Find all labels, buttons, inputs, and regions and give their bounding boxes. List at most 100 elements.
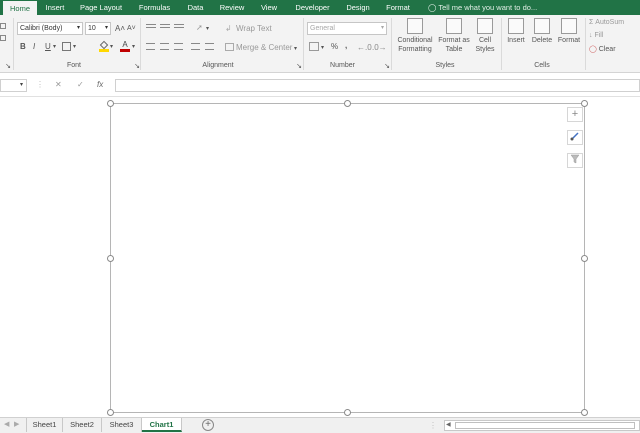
name-box[interactable]: ▾ (0, 79, 27, 92)
alignment-group-label: Alignment (202, 62, 234, 69)
bold-button[interactable]: B (20, 42, 26, 52)
tab-page-layout[interactable]: Page Layout (76, 0, 126, 15)
tab-developer[interactable]: Developer (290, 0, 335, 15)
chart-elements-button[interactable]: + (567, 107, 583, 122)
font-group-label: Font (66, 62, 81, 69)
tab-format[interactable]: Format (381, 0, 415, 15)
resize-handle-bottom-right[interactable] (581, 409, 588, 416)
scrollbar-thumb[interactable] (455, 422, 635, 429)
resize-handle-bottom-left[interactable] (107, 409, 114, 416)
increase-decimal-icon[interactable]: ←.0 (357, 43, 372, 53)
formula-menu-icon: ⋮ (36, 80, 44, 89)
cell-styles-icon (477, 18, 493, 34)
increase-indent-icon[interactable] (205, 43, 214, 50)
chevron-down-icon: ▾ (76, 25, 80, 31)
font-name-select[interactable]: Calibri (Body) ▾ (17, 22, 83, 35)
shrink-font-button[interactable]: A˅ (127, 24, 136, 34)
tab-view[interactable]: View (254, 0, 284, 15)
resize-handle-bottom[interactable] (344, 409, 351, 416)
cancel-icon[interactable]: ✕ (55, 80, 62, 89)
wrap-text-button[interactable]: Wrap Text (236, 24, 272, 34)
decrease-indent-icon[interactable] (191, 43, 200, 50)
chevron-down-icon[interactable]: ▾ (110, 42, 113, 52)
chart-filters-button[interactable] (567, 153, 583, 168)
scroll-tabs-right-icon[interactable]: ▶ (14, 420, 19, 428)
fill-button[interactable]: ↓ Fill (589, 32, 640, 43)
chevron-down-icon[interactable]: ▾ (206, 24, 209, 34)
format-as-table-button[interactable]: Format as Table (437, 18, 471, 54)
middle-align-icon[interactable] (160, 24, 170, 28)
sheet-tab-sheet3[interactable]: Sheet3 (102, 418, 142, 432)
cell-styles-button[interactable]: Cell Styles (472, 18, 498, 54)
scroll-tabs-left-icon[interactable]: ◀ (4, 420, 9, 428)
align-center-icon[interactable] (160, 43, 169, 50)
chevron-down-icon[interactable]: ▾ (53, 42, 56, 52)
copy-icon[interactable] (0, 23, 6, 29)
sheet-tab-chart1[interactable]: Chart1 (142, 418, 182, 432)
italic-button[interactable]: I (33, 42, 35, 52)
sheet-tab-bar: ◀ ▶ Sheet1 Sheet2 Sheet3 Chart1 + ⋮ ◀ (0, 417, 640, 433)
chevron-down-icon[interactable]: ▾ (132, 42, 135, 52)
chevron-down-icon[interactable]: ▾ (321, 43, 324, 53)
conditional-formatting-icon (407, 18, 423, 34)
resize-handle-top-right[interactable] (581, 100, 588, 107)
delete-cells-button[interactable]: Delete (530, 18, 554, 45)
underline-button[interactable]: U (45, 42, 51, 52)
resize-handle-top-left[interactable] (107, 100, 114, 107)
horizontal-scrollbar[interactable]: ◀ (444, 420, 640, 431)
formula-input[interactable] (115, 79, 640, 92)
number-format-select[interactable]: General ▾ (307, 22, 387, 35)
chevron-down-icon[interactable]: ▾ (294, 44, 297, 54)
font-name-value: Calibri (Body) (20, 25, 63, 32)
plus-icon: + (205, 419, 211, 430)
orientation-icon[interactable]: ➚ (196, 23, 203, 33)
align-right-icon[interactable] (174, 43, 183, 50)
lightbulb-icon: ◯ (428, 3, 437, 12)
autosum-button[interactable]: Σ AutoSum (589, 19, 640, 30)
align-left-icon[interactable] (146, 43, 155, 50)
chart-styles-button[interactable] (567, 130, 583, 145)
chevron-down-icon[interactable]: ▾ (73, 42, 76, 52)
tab-splitter-icon[interactable]: ⋮ (429, 421, 437, 430)
bottom-align-icon[interactable] (174, 24, 184, 28)
insert-function-icon[interactable]: fx (97, 80, 103, 89)
resize-handle-top[interactable] (344, 100, 351, 107)
sheet-tab-sheet2[interactable]: Sheet2 (63, 418, 102, 432)
font-color-icon[interactable]: A (120, 40, 130, 53)
conditional-formatting-button[interactable]: Conditional Formatting (394, 18, 436, 54)
tab-home[interactable]: Home (3, 0, 37, 15)
enter-icon[interactable]: ✓ (77, 80, 84, 89)
merge-center-button[interactable]: Merge & Center (236, 43, 292, 53)
tell-me-box[interactable]: ◯ Tell me what you want to do... (428, 0, 537, 15)
tab-design[interactable]: Design (339, 0, 377, 15)
grow-font-button[interactable]: A˄ (115, 24, 125, 34)
chart-area[interactable]: + (110, 103, 585, 413)
scroll-left-icon[interactable]: ◀ (446, 421, 451, 430)
tab-review[interactable]: Review (214, 0, 250, 15)
top-align-icon[interactable] (146, 24, 156, 28)
borders-icon[interactable] (62, 42, 71, 51)
tab-insert[interactable]: Insert (39, 0, 71, 15)
clipboard-launcher-icon[interactable]: ↘ (4, 62, 12, 70)
resize-handle-left[interactable] (107, 255, 114, 262)
insert-cells-button[interactable]: Insert (504, 18, 528, 45)
tab-formulas[interactable]: Formulas (132, 0, 177, 15)
percent-style-button[interactable]: % (331, 42, 338, 52)
format-cells-button[interactable]: Format (556, 18, 582, 45)
merge-center-icon[interactable] (225, 43, 234, 51)
clear-button[interactable]: ◯ Clear (589, 45, 640, 56)
comma-style-button[interactable]: , (345, 41, 347, 51)
sheet-tab-sheet1[interactable]: Sheet1 (26, 418, 63, 432)
accounting-format-icon[interactable] (309, 42, 319, 51)
number-launcher-icon[interactable]: ↘ (383, 62, 391, 70)
alignment-launcher-icon[interactable]: ↘ (295, 62, 303, 70)
tab-data[interactable]: Data (182, 0, 209, 15)
font-size-select[interactable]: 10 ▾ (85, 22, 111, 35)
resize-handle-right[interactable] (581, 255, 588, 262)
fill-color-icon[interactable] (99, 40, 109, 53)
wrap-text-icon[interactable]: ↲ (225, 24, 232, 34)
decrease-decimal-icon[interactable]: .0→ (372, 43, 387, 53)
new-sheet-button[interactable]: + (202, 419, 214, 431)
format-painter-icon[interactable] (0, 35, 6, 41)
clear-label: Clear (598, 46, 616, 53)
